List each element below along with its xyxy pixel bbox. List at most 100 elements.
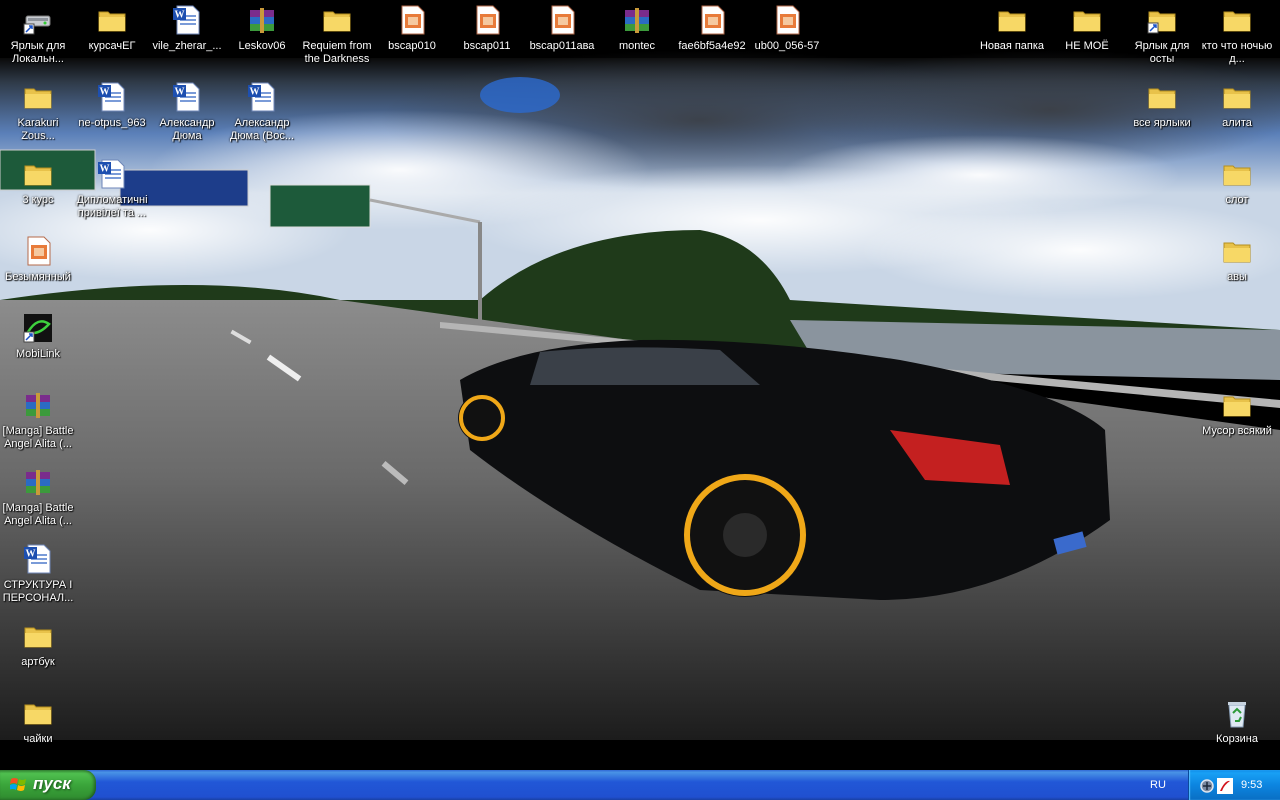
desktop-icon[interactable]: bscap010 bbox=[374, 2, 450, 74]
drive-shortcut-icon bbox=[23, 15, 51, 35]
svg-text:W: W bbox=[100, 87, 110, 98]
svg-text:W: W bbox=[175, 10, 185, 21]
image-file-icon bbox=[701, 5, 725, 35]
desktop-icon-label: все ярлыки bbox=[1133, 117, 1191, 129]
desktop-icon-label: Karakuri Zous... bbox=[17, 117, 59, 142]
mobilink-app-icon bbox=[23, 314, 52, 343]
desktop-icon-label: Leskov06 bbox=[238, 40, 286, 52]
desktop-icon-label: montec bbox=[618, 40, 656, 52]
desktop-icon[interactable]: артбук bbox=[0, 618, 76, 690]
desktop-icon-label: Александр Дюма bbox=[159, 117, 215, 142]
desktop-icon[interactable]: Leskov06 bbox=[224, 2, 300, 74]
folder-icon bbox=[998, 11, 1026, 32]
desktop-icon-label: НЕ МОЁ bbox=[1065, 40, 1109, 52]
svg-text:W: W bbox=[250, 87, 260, 98]
desktop-icon[interactable]: Ярлык для осты bbox=[1124, 2, 1200, 74]
desktop-icon-label: курсачЕГ bbox=[88, 40, 136, 52]
desktop-icon[interactable]: [Manga] Battle Angel Alita (... bbox=[0, 464, 76, 536]
folder-icon bbox=[1073, 11, 1101, 32]
desktop-icon[interactable]: W Дипломатичні привілеї та ... bbox=[74, 156, 150, 228]
desktop-icon[interactable]: все ярлыки bbox=[1124, 79, 1200, 151]
desktop-icon[interactable]: слот bbox=[1199, 156, 1275, 228]
start-button[interactable]: пуск bbox=[0, 770, 96, 800]
svg-text:W: W bbox=[175, 87, 185, 98]
desktop-icon[interactable]: алита bbox=[1199, 79, 1275, 151]
desktop[interactable]: Ярлык для Локальн... курсачЕГ Wvile_zherar… bbox=[0, 0, 1280, 770]
language-indicator[interactable]: RU bbox=[1150, 779, 1166, 791]
desktop-icon-label: 3 курс bbox=[22, 194, 54, 206]
start-label: пуск bbox=[33, 774, 71, 793]
desktop-icon-label: Безымянный bbox=[5, 271, 71, 283]
desktop-icon-label: bscap011 bbox=[463, 40, 511, 52]
desktop-icon-label: СТРУКТУРА І ПЕРСОНАЛ... bbox=[2, 579, 74, 604]
desktop-icon[interactable]: fae6bf5a4e92 bbox=[674, 2, 750, 74]
winrar-archive-icon bbox=[250, 8, 274, 33]
clock: 9:53 bbox=[1241, 779, 1263, 791]
network-tray-icon[interactable] bbox=[1199, 778, 1215, 794]
desktop-icon-label: Новая папка bbox=[979, 40, 1045, 52]
desktop-icon-label: слот bbox=[1225, 194, 1249, 206]
winrar-archive-icon bbox=[625, 8, 649, 33]
desktop-icon[interactable]: 3 курс bbox=[0, 156, 76, 228]
desktop-icon-label: [Manga] Battle Angel Alita (... bbox=[2, 425, 74, 450]
folder-icon bbox=[98, 11, 126, 32]
desktop-icon-label: ne-otpus_963 bbox=[78, 117, 146, 129]
antivirus-tray-icon[interactable] bbox=[1217, 778, 1233, 794]
folder-icon bbox=[1223, 165, 1251, 186]
image-file-icon bbox=[551, 5, 575, 35]
desktop-icon[interactable]: Wne-otpus_963 bbox=[74, 79, 150, 151]
winrar-archive-icon bbox=[26, 470, 50, 495]
taskbar: пуск RU 9:53 bbox=[0, 770, 1280, 800]
desktop-icon[interactable]: ub00_056-57 bbox=[749, 2, 825, 74]
desktop-icon[interactable]: чайки bbox=[0, 695, 76, 767]
image-file-icon bbox=[476, 5, 500, 35]
desktop-icon[interactable]: кто что ночью д... bbox=[1199, 2, 1275, 74]
word-doc-icon: W bbox=[98, 82, 125, 112]
desktop-icon[interactable]: курсачЕГ bbox=[74, 2, 150, 74]
desktop-icon[interactable]: НЕ МОЁ bbox=[1049, 2, 1125, 74]
desktop-icon-label: чайки bbox=[23, 733, 53, 745]
desktop-icon-label: [Manga] Battle Angel Alita (... bbox=[2, 502, 74, 527]
desktop-icon-label: Корзина bbox=[1216, 733, 1258, 745]
desktop-icon[interactable]: Мусор всякий bbox=[1199, 387, 1275, 459]
desktop-icon-label: Ярлык для осты bbox=[1134, 40, 1190, 65]
folder-icon bbox=[24, 88, 52, 109]
desktop-icon[interactable]: bscap011 bbox=[449, 2, 525, 74]
svg-text:W: W bbox=[26, 549, 36, 560]
desktop-icon[interactable]: Корзина bbox=[1199, 695, 1275, 767]
desktop-icon[interactable]: Requiem from the Darkness bbox=[299, 2, 375, 74]
desktop-icon[interactable]: bscap011ава bbox=[524, 2, 600, 74]
image-file-icon bbox=[401, 5, 425, 35]
desktop-icon[interactable]: W СТРУКТУРА І ПЕРСОНАЛ... bbox=[0, 541, 76, 613]
desktop-icon[interactable]: [Manga] Battle Angel Alita (... bbox=[0, 387, 76, 459]
folder-icon bbox=[24, 704, 52, 725]
desktop-icon[interactable]: Новая папка bbox=[974, 2, 1050, 74]
image-file-icon bbox=[27, 236, 51, 266]
winrar-archive-icon bbox=[26, 393, 50, 418]
desktop-icon[interactable]: MobiLink bbox=[0, 310, 76, 382]
image-file-icon bbox=[776, 5, 800, 35]
folder-icon bbox=[24, 627, 52, 648]
desktop-icon-label: bscap011ава bbox=[529, 40, 595, 52]
desktop-icon[interactable]: Безымянный bbox=[0, 233, 76, 305]
desktop-icon[interactable]: W Александр Дюма bbox=[149, 79, 225, 151]
desktop-icon[interactable]: авы bbox=[1199, 233, 1275, 305]
word-doc-icon: W bbox=[98, 159, 125, 189]
windows-logo-icon bbox=[10, 778, 26, 791]
desktop-icon[interactable]: Karakuri Zous... bbox=[0, 79, 76, 151]
desktop-icon-label: авы bbox=[1227, 271, 1247, 283]
folder-icon bbox=[1223, 242, 1251, 263]
recycle-bin-icon bbox=[1228, 702, 1246, 728]
folder-icon bbox=[24, 165, 52, 186]
desktop-icon[interactable]: Ярлык для Локальн... bbox=[0, 2, 76, 74]
desktop-icon[interactable]: W Александр Дюма (Вос... bbox=[224, 79, 300, 151]
svg-text:W: W bbox=[100, 164, 110, 175]
desktop-icon[interactable]: Wvile_zherar_... bbox=[149, 2, 225, 74]
desktop-icon-label: ub00_056-57 bbox=[754, 40, 820, 52]
desktop-icon[interactable]: montec bbox=[599, 2, 675, 74]
folder-icon bbox=[1148, 88, 1176, 109]
word-doc-icon: W bbox=[248, 82, 275, 112]
desktop-icon-label: кто что ночью д... bbox=[1201, 40, 1273, 65]
desktop-icon-label: Requiem from the Darkness bbox=[302, 40, 372, 65]
desktop-icon-label: алита bbox=[1222, 117, 1252, 129]
